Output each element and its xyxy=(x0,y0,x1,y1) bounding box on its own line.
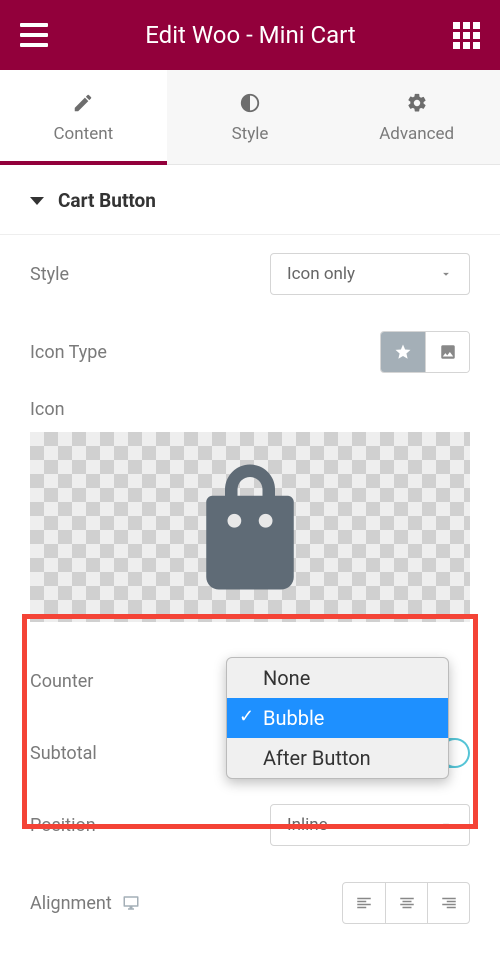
label-position: Position xyxy=(30,815,96,836)
label-subtotal: Subtotal xyxy=(30,743,97,764)
icon-type-group xyxy=(380,331,470,373)
alignment-group xyxy=(342,882,470,924)
row-style: Style Icon only xyxy=(0,235,500,313)
tab-content[interactable]: Content xyxy=(0,70,167,164)
align-center-button[interactable] xyxy=(385,883,427,923)
row-icon-type: Icon Type xyxy=(0,313,500,391)
icon-type-image-button[interactable] xyxy=(425,332,469,372)
star-icon xyxy=(394,343,412,361)
align-left-icon xyxy=(355,894,373,912)
counter-option-bubble[interactable]: Bubble xyxy=(227,698,448,738)
align-right-icon xyxy=(440,894,458,912)
gear-icon xyxy=(406,92,428,114)
position-select-value: Inline xyxy=(287,815,328,835)
row-alignment: Alignment xyxy=(0,864,500,942)
icon-type-icon-button[interactable] xyxy=(381,332,425,372)
desktop-icon[interactable] xyxy=(122,894,140,912)
tab-advanced-label: Advanced xyxy=(379,124,454,144)
counter-option-none[interactable]: None xyxy=(227,658,448,698)
tab-content-label: Content xyxy=(53,124,113,144)
label-counter: Counter xyxy=(30,671,93,692)
caret-down-icon xyxy=(30,197,44,205)
shopping-bag-icon xyxy=(175,452,325,602)
tab-style[interactable]: Style xyxy=(167,70,334,164)
align-right-button[interactable] xyxy=(427,883,469,923)
section-title: Cart Button xyxy=(58,189,156,212)
tab-advanced[interactable]: Advanced xyxy=(333,70,500,164)
contrast-icon xyxy=(239,92,261,114)
counter-option-after-button[interactable]: After Button xyxy=(227,738,448,778)
apps-grid-button[interactable] xyxy=(453,22,480,49)
tab-style-label: Style xyxy=(232,124,269,144)
align-center-icon xyxy=(398,894,416,912)
style-select[interactable]: Icon only xyxy=(270,253,470,295)
row-position: Position Inline xyxy=(0,786,500,864)
label-alignment: Alignment xyxy=(30,893,112,914)
chevron-down-icon xyxy=(439,818,453,832)
chevron-down-icon xyxy=(439,267,453,281)
hamburger-menu-button[interactable] xyxy=(20,23,48,47)
page-title: Edit Woo - Mini Cart xyxy=(145,21,356,49)
position-select[interactable]: Inline xyxy=(270,804,470,846)
icon-preview-area[interactable] xyxy=(30,432,470,622)
counter-dropdown-menu: None Bubble After Button xyxy=(226,657,449,779)
pencil-icon xyxy=(72,92,94,114)
editor-tabs: Content Style Advanced xyxy=(0,70,500,165)
section-cart-button-header[interactable]: Cart Button xyxy=(0,165,500,235)
style-select-value: Icon only xyxy=(287,264,355,284)
image-icon xyxy=(439,343,457,361)
label-icon-type: Icon Type xyxy=(30,342,107,363)
label-style: Style xyxy=(30,264,69,285)
align-left-button[interactable] xyxy=(343,883,385,923)
label-icon: Icon xyxy=(0,391,500,432)
